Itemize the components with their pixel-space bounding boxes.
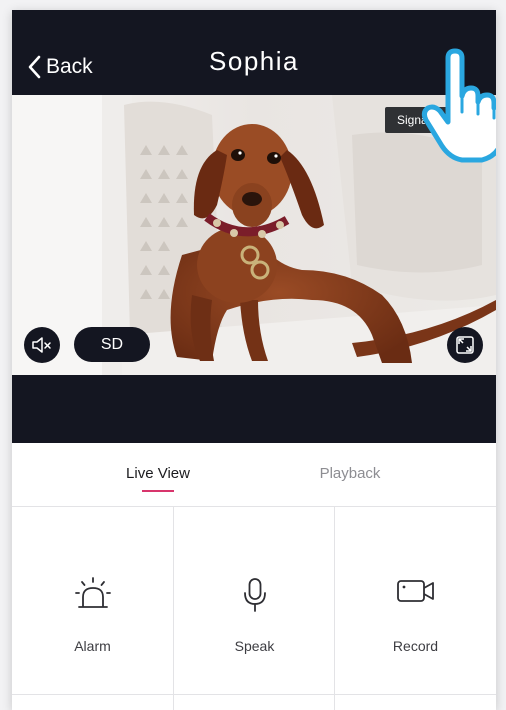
record-label: Record — [392, 638, 439, 654]
active-tab-indicator — [142, 490, 174, 492]
grid-divider — [334, 507, 335, 710]
fullscreen-button[interactable] — [447, 327, 483, 363]
speak-label: Speak — [234, 638, 275, 654]
grid-divider — [173, 507, 174, 710]
alarm-label: Alarm — [74, 638, 111, 654]
alarm-siren-icon — [74, 577, 111, 608]
record-button[interactable]: Record — [335, 507, 496, 693]
phone-screen: Back Sophia SD Signal Live View Playback… — [12, 10, 496, 710]
speak-button[interactable]: Speak — [174, 507, 335, 693]
mute-button[interactable] — [24, 327, 60, 363]
microphone-icon — [243, 578, 266, 612]
grid-divider — [12, 694, 496, 695]
pointer-hand-icon — [421, 48, 496, 163]
alarm-button[interactable]: Alarm — [12, 507, 173, 693]
action-grid: Alarm Speak Record — [12, 507, 496, 710]
tab-live-view[interactable]: Live View — [78, 465, 238, 482]
view-tabs: Live View Playback — [12, 443, 496, 507]
fullscreen-expand-icon — [456, 336, 474, 354]
speaker-muted-icon — [32, 337, 51, 353]
tab-playback[interactable]: Playback — [270, 465, 430, 482]
quality-sd-button[interactable]: SD — [74, 327, 150, 362]
video-camera-icon — [396, 580, 434, 602]
video-letterbox — [12, 375, 496, 443]
